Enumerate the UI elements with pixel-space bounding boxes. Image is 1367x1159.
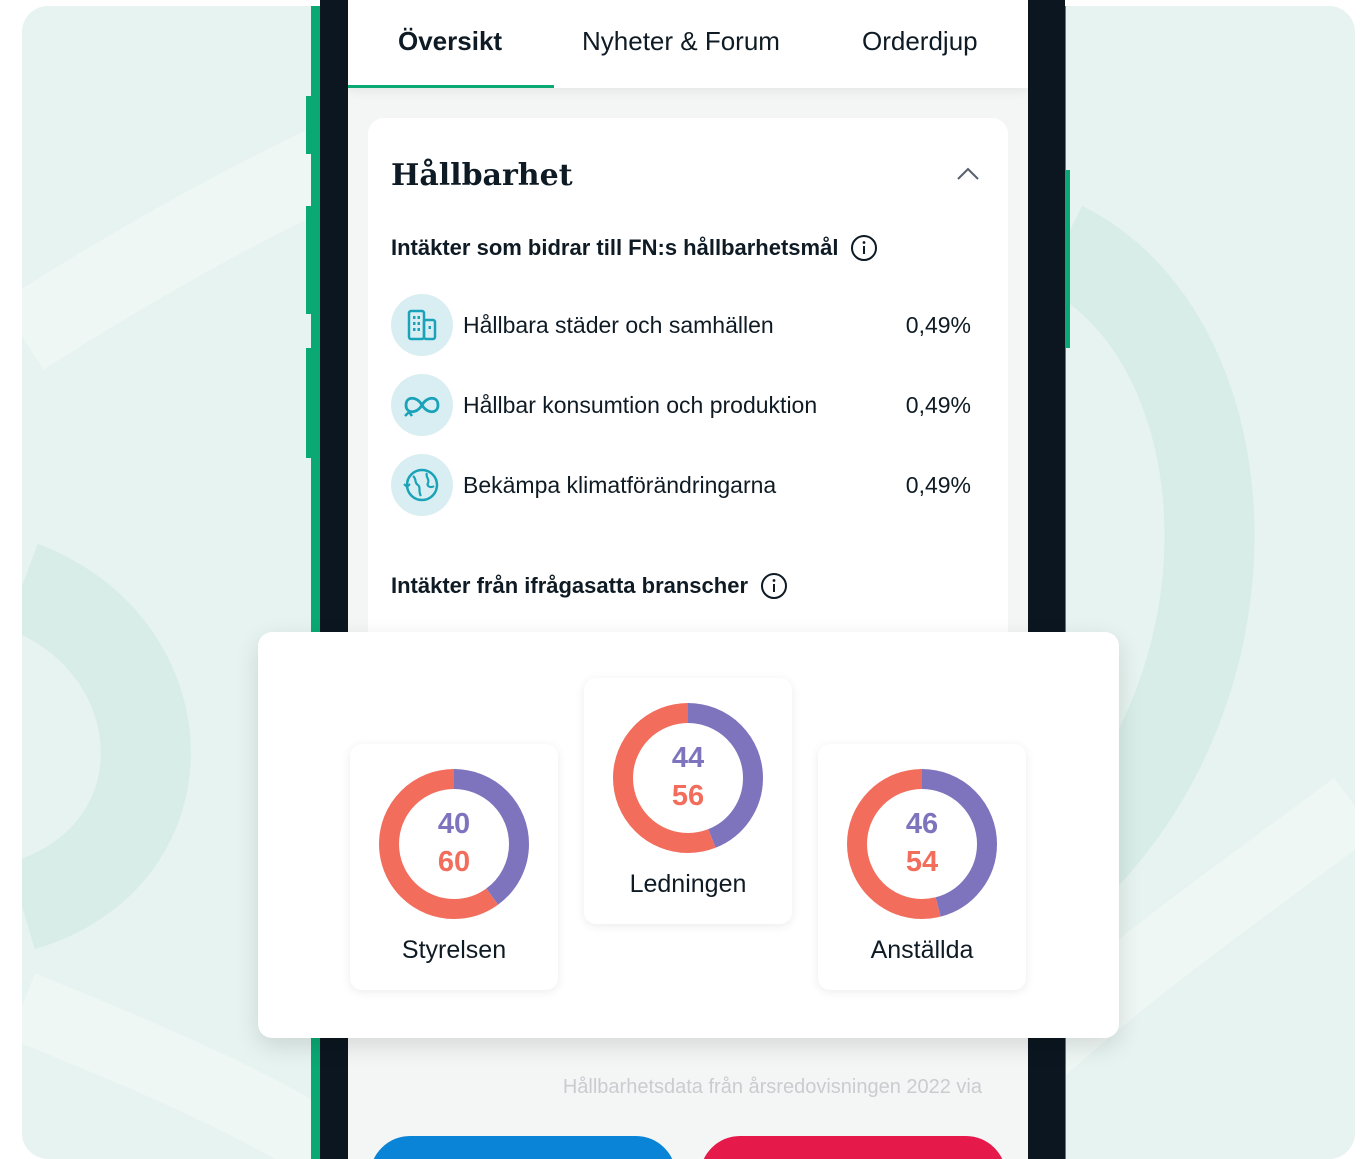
donut-card-ledningen: 44 56 Ledningen — [584, 678, 792, 924]
controversial-heading-text: Intäkter från ifrågasatta branscher — [391, 573, 749, 598]
donut-chart-anstallda — [847, 769, 997, 919]
sell-button[interactable] — [700, 1136, 1006, 1159]
goal-label: Hållbar konsumtion och produktion — [463, 392, 818, 418]
donut-card-styrelsen: 40 60 Styrelsen — [350, 744, 558, 990]
goal-row: Hållbara städer och samhällen 0,49% — [391, 294, 971, 356]
card-title: Hållbarhet — [391, 158, 573, 193]
tab-bar: Översikt Nyheter & Forum Orderdjup — [348, 0, 1028, 88]
donut-chart-ledningen — [613, 703, 763, 853]
controversial-heading: Intäkter från ifrågasatta branscher — [391, 572, 788, 600]
goal-row: Hållbar konsumtion och produktion 0,49% — [391, 374, 971, 436]
goal-row: Bekämpa klimatförändringarna 0,49% — [391, 454, 971, 516]
goal-label: Bekämpa klimatförändringarna — [463, 472, 777, 498]
donut-value-second: 56 — [671, 780, 705, 812]
city-buildings-icon — [391, 294, 453, 356]
buy-button[interactable] — [370, 1136, 676, 1159]
tab-orderdjup[interactable]: Orderdjup — [862, 26, 978, 57]
donut-value-first: 40 — [437, 808, 471, 840]
donut-label: Anställda — [870, 936, 974, 964]
goal-value: 0,49% — [905, 312, 971, 338]
goal-label: Hållbara städer och samhällen — [463, 312, 774, 338]
info-icon[interactable] — [850, 234, 878, 262]
globe-climate-icon — [391, 454, 453, 516]
donut-card-anstallda: 46 54 Anställda — [818, 744, 1026, 990]
chevron-up-icon[interactable] — [956, 164, 980, 182]
donut-value-first: 46 — [905, 808, 939, 840]
sustainability-card: Hållbarhet Intäkter som bidrar till FN:s… — [368, 118, 1008, 678]
data-source-footnote: Hållbarhetsdata från årsredovisningen 20… — [562, 1076, 982, 1098]
goals-heading-text: Intäkter som bidrar till FN:s hållbarhet… — [391, 235, 839, 260]
donut-label: Ledningen — [629, 870, 747, 898]
gender-split-panel: 40 60 Styrelsen 44 56 Ledningen 46 54 An… — [258, 632, 1119, 1038]
donut-label: Styrelsen — [401, 936, 507, 964]
donut-value-first: 44 — [671, 742, 705, 774]
active-tab-indicator — [348, 85, 554, 88]
donut-value-second: 54 — [905, 846, 939, 878]
goals-heading: Intäkter som bidrar till FN:s hållbarhet… — [391, 234, 878, 262]
donut-chart-styrelsen — [379, 769, 529, 919]
tab-oversikt[interactable]: Översikt — [398, 26, 502, 57]
tab-nyheter-forum[interactable]: Nyheter & Forum — [582, 26, 780, 57]
phone-button-mute — [306, 348, 314, 458]
goal-value: 0,49% — [905, 472, 971, 498]
goal-value: 0,49% — [905, 392, 971, 418]
donut-value-second: 60 — [437, 846, 471, 878]
info-icon[interactable] — [760, 572, 788, 600]
phone-button-volume-down — [306, 206, 314, 314]
phone-button-volume-up — [306, 96, 314, 154]
infinity-recycle-icon — [391, 374, 453, 436]
